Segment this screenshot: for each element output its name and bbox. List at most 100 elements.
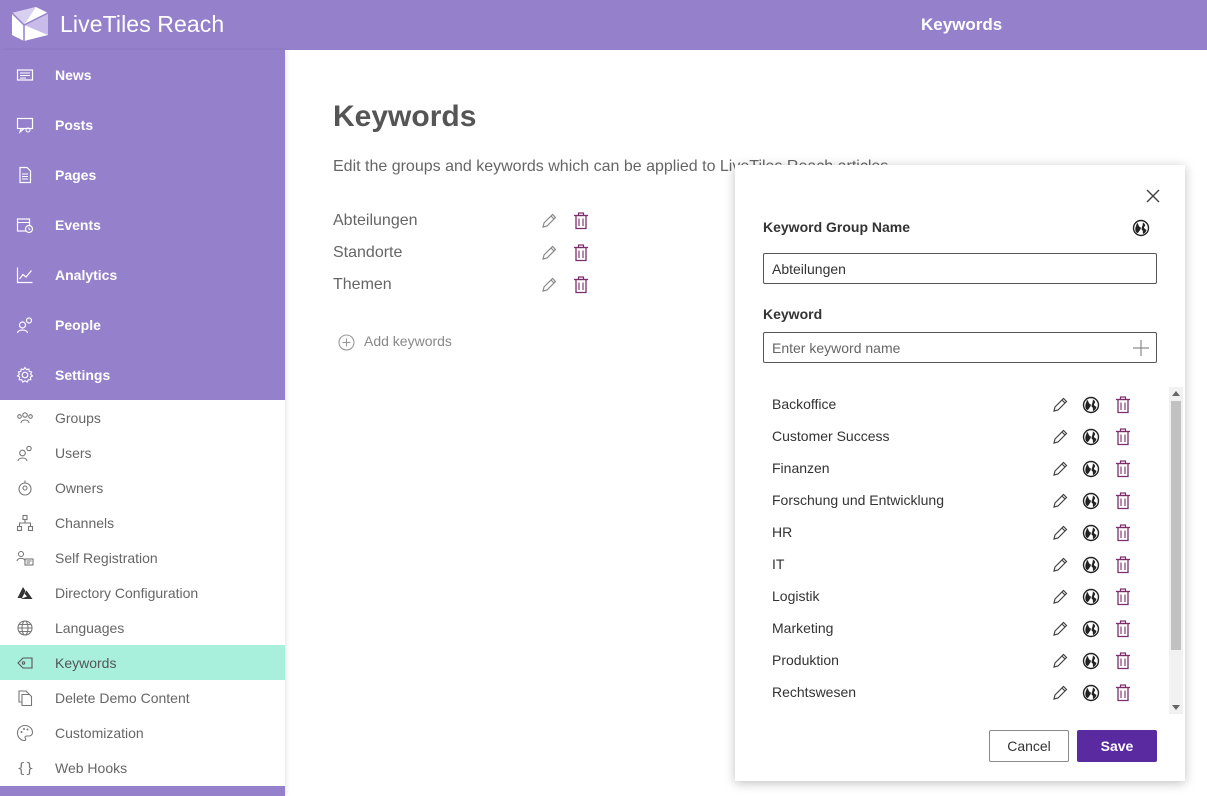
gear-icon — [16, 366, 34, 383]
translate-globe-icon[interactable] — [1082, 428, 1100, 446]
keyword-group-row: Themen — [333, 274, 603, 298]
trash-icon[interactable] — [1115, 556, 1131, 574]
settings-item-web-hooks[interactable]: {} Web Hooks — [0, 750, 285, 785]
settings-item-label: Customization — [55, 724, 144, 741]
keyword-row: HR — [763, 515, 1157, 547]
settings-item-groups[interactable]: Groups — [0, 400, 285, 435]
pencil-icon[interactable] — [1051, 588, 1069, 606]
nav-item-posts[interactable]: Posts — [0, 100, 285, 150]
sidebar-footer-bar — [0, 786, 285, 796]
news-icon — [16, 69, 34, 81]
translate-globe-icon[interactable] — [1082, 396, 1100, 414]
keyword-name: Marketing — [772, 620, 834, 636]
pencil-icon[interactable] — [1051, 492, 1069, 510]
keyword-row: Forschung und Entwicklung — [763, 483, 1157, 515]
nav-item-analytics[interactable]: Analytics — [0, 250, 285, 300]
pencil-icon[interactable] — [1051, 620, 1069, 638]
events-icon — [16, 218, 34, 234]
keyword-input[interactable]: Enter keyword name — [763, 332, 1157, 363]
translate-globe-icon[interactable] — [1082, 588, 1100, 606]
trash-icon[interactable] — [1115, 396, 1131, 414]
translate-globe-icon[interactable] — [1082, 556, 1100, 574]
settings-item-label: Languages — [55, 619, 125, 636]
trash-icon[interactable] — [1115, 588, 1131, 606]
trash-icon[interactable] — [573, 212, 589, 230]
cancel-button[interactable]: Cancel — [989, 730, 1069, 762]
trash-icon[interactable] — [1115, 620, 1131, 638]
keyword-group-name: Standorte — [333, 244, 403, 261]
nav-item-events[interactable]: Events — [0, 200, 285, 250]
settings-item-label: Users — [55, 444, 92, 461]
save-button[interactable]: Save — [1077, 730, 1157, 762]
posts-icon — [16, 117, 34, 134]
keyword-row: IT — [763, 547, 1157, 579]
nav-item-label: Pages — [55, 167, 97, 183]
translate-globe-icon[interactable] — [1082, 460, 1100, 478]
nav-item-label: Settings — [55, 367, 111, 383]
scroll-up-arrow-icon[interactable] — [1172, 391, 1180, 396]
settings-item-languages[interactable]: Languages — [0, 610, 285, 645]
trash-icon[interactable] — [1115, 652, 1131, 670]
livetiles-logo[interactable] — [10, 5, 50, 43]
keyword-group-name: Abteilungen — [333, 212, 418, 229]
nav-item-pages[interactable]: Pages — [0, 150, 285, 200]
pencil-icon[interactable] — [1051, 684, 1069, 702]
trash-icon[interactable] — [573, 244, 589, 262]
translate-globe-icon[interactable] — [1082, 620, 1100, 638]
keyword-name: Rechtswesen — [772, 684, 857, 700]
pencil-icon[interactable] — [1051, 556, 1069, 574]
pencil-icon[interactable] — [540, 212, 558, 230]
palette-icon — [16, 724, 34, 742]
plus-icon[interactable] — [1132, 339, 1150, 357]
translate-globe-icon[interactable] — [1082, 524, 1100, 542]
scrollbar-thumb[interactable] — [1171, 401, 1181, 650]
translate-globe-icon[interactable] — [1082, 684, 1100, 702]
pencil-icon[interactable] — [1051, 652, 1069, 670]
settings-item-channels[interactable]: Channels — [0, 505, 285, 540]
header-page-title: Keywords — [921, 15, 1003, 34]
scroll-down-arrow-icon[interactable] — [1172, 705, 1180, 710]
pencil-icon[interactable] — [1051, 428, 1069, 446]
nav-item-news[interactable]: News — [0, 50, 285, 100]
trash-icon[interactable] — [1115, 428, 1131, 446]
app-title: LiveTiles Reach — [60, 11, 225, 37]
close-icon[interactable] — [1145, 188, 1161, 204]
translate-globe-icon[interactable] — [1082, 652, 1100, 670]
pencil-icon[interactable] — [540, 276, 558, 294]
nav-item-settings[interactable]: Settings — [0, 350, 285, 400]
azure-icon — [17, 587, 33, 599]
keyword-name: Finanzen — [772, 460, 830, 476]
settings-item-customization[interactable]: Customization — [0, 715, 285, 750]
keyword-list-scrollbar[interactable] — [1169, 387, 1183, 714]
keyword-row: Logistik — [763, 579, 1157, 611]
pencil-icon[interactable] — [1051, 396, 1069, 414]
translate-globe-icon[interactable] — [1132, 219, 1150, 237]
settings-item-delete-demo-content[interactable]: Delete Demo Content — [0, 680, 285, 715]
trash-icon[interactable] — [1115, 492, 1131, 510]
pencil-icon[interactable] — [540, 244, 558, 262]
main-navigation: News Posts Pages Events Analytics People… — [0, 50, 285, 400]
keyword-row: Rechtswesen — [763, 675, 1157, 707]
add-keywords-label: Add keywords — [364, 333, 452, 349]
translate-globe-icon[interactable] — [1082, 492, 1100, 510]
settings-item-self-registration[interactable]: Self Registration — [0, 540, 285, 575]
nav-item-label: People — [55, 317, 101, 333]
trash-icon[interactable] — [1115, 460, 1131, 478]
pencil-icon[interactable] — [1051, 524, 1069, 542]
keyword-name: Produktion — [772, 652, 839, 668]
settings-item-owners[interactable]: Owners — [0, 470, 285, 505]
trash-icon[interactable] — [1115, 524, 1131, 542]
settings-item-directory-configuration[interactable]: Directory Configuration — [0, 575, 285, 610]
trash-icon[interactable] — [573, 276, 589, 294]
settings-item-label: Groups — [55, 409, 101, 426]
group-name-input[interactable]: Abteilungen — [763, 253, 1157, 284]
keyword-name: Forschung und Entwicklung — [772, 492, 944, 508]
settings-item-keywords[interactable]: Keywords — [0, 645, 285, 680]
owners-icon — [18, 480, 32, 496]
top-bar: LiveTiles Reach Keywords — [0, 0, 1207, 50]
nav-item-people[interactable]: People — [0, 300, 285, 350]
trash-icon[interactable] — [1115, 684, 1131, 702]
settings-item-users[interactable]: Users — [0, 435, 285, 470]
pencil-icon[interactable] — [1051, 460, 1069, 478]
pages-icon — [19, 166, 32, 184]
